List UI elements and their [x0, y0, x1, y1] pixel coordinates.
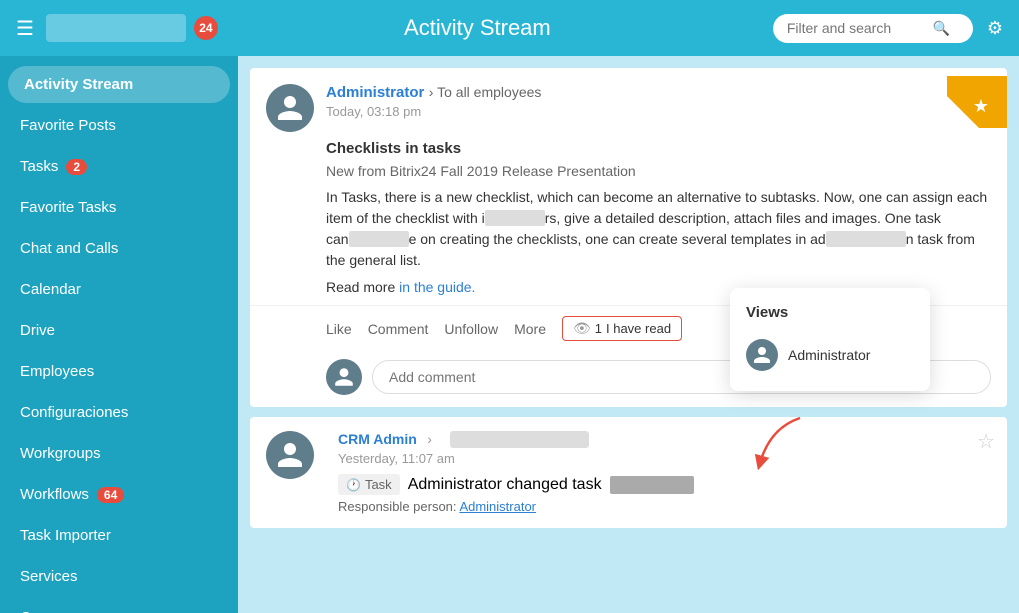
sidebar-item-label: Employees	[20, 363, 94, 380]
post2-meta: CRM Admin › Yesterday, 11:07 am 🕐 Task A…	[338, 431, 991, 514]
sidebar-item-services[interactable]: Services	[0, 556, 238, 597]
sidebar: Activity Stream Favorite Posts Tasks 2 F…	[0, 56, 238, 613]
content: Administrator › To all employees Today, …	[238, 56, 1019, 613]
post2-recipient	[450, 431, 589, 448]
responsible-line: Responsible person: Administrator	[338, 499, 991, 514]
sidebar-item-label: Workflows	[20, 486, 89, 503]
post-body: Checklists in tasks New from Bitrix24 Fa…	[250, 132, 1007, 295]
header: ☰ 24 Activity Stream 🔍 ⚙	[0, 0, 1019, 56]
header-title: Activity Stream	[242, 15, 713, 41]
sidebar-item-label: Company	[20, 609, 84, 613]
commenter-avatar	[326, 359, 362, 395]
sidebar-item-workgroups[interactable]: Workgroups	[0, 433, 238, 474]
sidebar-item-label: Workgroups	[20, 445, 101, 462]
sidebar-item-label: Favorite Posts	[20, 117, 116, 134]
sidebar-item-label: Tasks	[20, 158, 58, 175]
search-input[interactable]	[787, 20, 927, 36]
views-count: 1	[595, 321, 602, 336]
workflows-badge: 64	[97, 487, 124, 503]
read-label: I have read	[606, 321, 671, 336]
sidebar-item-label: Favorite Tasks	[20, 199, 116, 216]
task-tag: 🕐 Task	[338, 474, 400, 495]
post-recipient: › To all employees	[429, 84, 542, 100]
post-author-line: Administrator › To all employees	[326, 84, 991, 102]
sidebar-item-configuraciones[interactable]: Configuraciones	[0, 392, 238, 433]
post-time: Today, 03:18 pm	[326, 104, 991, 119]
sidebar-item-label: Activity Stream	[24, 76, 133, 93]
sidebar-item-company[interactable]: Company	[0, 597, 238, 613]
views-popup-avatar	[746, 339, 778, 371]
sidebar-item-tasks[interactable]: Tasks 2	[0, 146, 238, 187]
views-popup-name: Administrator	[788, 347, 870, 363]
settings-icon[interactable]: ⚙	[987, 18, 1003, 39]
sidebar-item-chat-calls[interactable]: Chat and Calls	[0, 228, 238, 269]
post-header: Administrator › To all employees Today, …	[250, 68, 1007, 132]
sidebar-item-label: Drive	[20, 322, 55, 339]
post2-author-line: CRM Admin ›	[338, 431, 991, 449]
task-tag-label: Task	[365, 477, 392, 492]
views-popup: Views Administrator	[730, 288, 930, 391]
sidebar-item-label: Chat and Calls	[20, 240, 118, 257]
unfollow-button[interactable]: Unfollow	[444, 321, 498, 337]
star-ribbon[interactable]	[947, 68, 1007, 128]
views-popup-title: Views	[730, 300, 930, 331]
sidebar-item-label: Calendar	[20, 281, 81, 298]
task-action-text: Administrator changed task	[408, 476, 602, 494]
star-button-2[interactable]: ☆	[977, 429, 995, 454]
post-meta: Administrator › To all employees Today, …	[326, 84, 991, 119]
views-popup-item: Administrator	[730, 331, 930, 379]
menu-icon[interactable]: ☰	[16, 16, 34, 41]
main-layout: Activity Stream Favorite Posts Tasks 2 F…	[0, 56, 1019, 613]
sidebar-item-label: Services	[20, 568, 78, 585]
post-text: In Tasks, there is a new checklist, whic…	[326, 187, 991, 271]
read-more-link[interactable]: in the guide.	[399, 279, 475, 295]
sidebar-item-favorite-posts[interactable]: Favorite Posts	[0, 105, 238, 146]
more-button[interactable]: More	[514, 321, 546, 337]
post-subtitle: New from Bitrix24 Fall 2019 Release Pres…	[326, 163, 991, 179]
search-icon: 🔍	[933, 20, 950, 37]
author-avatar	[266, 84, 314, 132]
sidebar-item-task-importer[interactable]: Task Importer	[0, 515, 238, 556]
logo	[46, 14, 186, 42]
sidebar-item-workflows[interactable]: Workflows 64	[0, 474, 238, 515]
comment-button[interactable]: Comment	[368, 321, 429, 337]
header-count: 24	[194, 16, 218, 40]
post2-time: Yesterday, 11:07 am	[338, 451, 991, 466]
post2-author[interactable]: CRM Admin	[338, 431, 417, 447]
post-card-1: Administrator › To all employees Today, …	[250, 68, 1007, 407]
sidebar-item-label: Configuraciones	[20, 404, 128, 421]
sidebar-item-employees[interactable]: Employees	[0, 351, 238, 392]
sidebar-item-label: Task Importer	[20, 527, 111, 544]
sidebar-item-favorite-tasks[interactable]: Favorite Tasks	[0, 187, 238, 228]
search-bar[interactable]: 🔍	[773, 14, 973, 43]
post2-avatar	[266, 431, 314, 479]
read-badge[interactable]: 👁 1 I have read	[562, 316, 682, 341]
post-author[interactable]: Administrator	[326, 84, 424, 101]
tasks-badge: 2	[66, 159, 87, 175]
sidebar-item-activity-stream[interactable]: Activity Stream	[8, 66, 230, 103]
eye-icon: 👁	[573, 320, 591, 337]
post-card-2: CRM Admin › Yesterday, 11:07 am 🕐 Task A…	[250, 417, 1007, 528]
sidebar-item-calendar[interactable]: Calendar	[0, 269, 238, 310]
task-line: 🕐 Task Administrator changed task	[338, 474, 991, 495]
post-title: Checklists in tasks	[326, 140, 991, 157]
sidebar-item-drive[interactable]: Drive	[0, 310, 238, 351]
task-title-blurred	[610, 476, 694, 494]
responsible-person-link[interactable]: Administrator	[459, 499, 536, 514]
like-button[interactable]: Like	[326, 321, 352, 337]
clock-icon: 🕐	[346, 478, 361, 492]
